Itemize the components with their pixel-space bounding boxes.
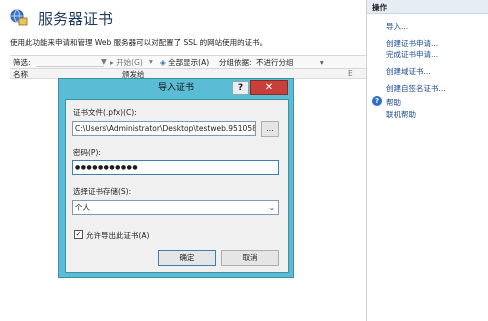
filter-bar: 筛选: ▼ ▸ 开始(G) ▾ ◈ 全部显示(A) 分组依据: 不进行分组 ▾ bbox=[10, 55, 366, 69]
actions-header: 操作 bbox=[367, 0, 488, 14]
actions-pane: 操作 导入... 创建证书申请... 完成证书申请... 创建域证书... 创建… bbox=[366, 0, 488, 321]
action-import[interactable]: 导入... bbox=[386, 21, 408, 32]
store-label: 选择证书存储(S): bbox=[73, 187, 132, 196]
server-certificates-icon bbox=[10, 8, 28, 26]
page-description: 使用此功能来申请和管理 Web 服务器可以对配置了 SSL 的网站使用的证书。 bbox=[10, 38, 268, 47]
file-path-input[interactable]: C:\Users\Administrator\Desktop\testweb.9… bbox=[72, 121, 256, 136]
start-icon: ▸ bbox=[110, 58, 114, 67]
dialog-help-button[interactable]: ? bbox=[232, 81, 249, 95]
action-complete-request[interactable]: 完成证书申请... bbox=[386, 49, 438, 60]
password-label: 密码(P): bbox=[73, 148, 101, 157]
store-select[interactable]: 个人 ⌄ bbox=[72, 200, 279, 215]
password-input[interactable]: ●●●●●●●●●●● bbox=[72, 160, 279, 175]
filter-label: 筛选: bbox=[13, 58, 31, 67]
group-by-label: 分组依据: bbox=[219, 58, 252, 67]
export-checkbox[interactable]: ✓ bbox=[74, 230, 83, 239]
filter-input[interactable] bbox=[36, 57, 104, 67]
dialog-body: 证书文件(.pfx)(C): C:\Users\Administrator\De… bbox=[65, 99, 289, 273]
page-title: 服务器证书 bbox=[38, 10, 114, 28]
help-icon: ? bbox=[372, 96, 382, 106]
browse-button[interactable]: ... bbox=[261, 121, 279, 137]
actions-title: 操作 bbox=[372, 3, 387, 12]
column-overflow: E bbox=[348, 69, 353, 78]
show-all-icon: ◈ bbox=[160, 58, 166, 67]
column-name[interactable]: 名称 bbox=[13, 69, 28, 80]
group-by-value: 不进行分组 bbox=[256, 58, 294, 67]
cancel-button[interactable]: 取消 bbox=[221, 250, 279, 266]
file-label: 证书文件(.pfx)(C): bbox=[73, 108, 137, 117]
action-create-request[interactable]: 创建证书申请... bbox=[386, 38, 438, 49]
chevron-down-icon: ▾ bbox=[319, 58, 324, 67]
action-online-help[interactable]: 联机帮助 bbox=[386, 109, 416, 120]
start-filter-button[interactable]: ▸ 开始(G) bbox=[110, 57, 143, 68]
show-all-label: 全部显示(A) bbox=[168, 58, 210, 67]
group-by-select[interactable]: 不进行分组 ▾ bbox=[256, 57, 324, 68]
filter-dropdown-icon[interactable]: ▼ bbox=[101, 57, 107, 66]
action-create-domain-cert[interactable]: 创建域证书... bbox=[386, 66, 431, 77]
show-all-button[interactable]: ◈ 全部显示(A) bbox=[160, 57, 209, 68]
store-value: 个人 bbox=[75, 203, 90, 212]
start-label: 开始(G) bbox=[116, 58, 143, 67]
export-label: 允许导出此证书(A) bbox=[86, 231, 150, 240]
chevron-down-icon: ⌄ bbox=[268, 203, 275, 212]
import-certificate-dialog: 导入证书 ? ✕ 证书文件(.pfx)(C): C:\Users\Adminis… bbox=[58, 78, 294, 278]
ok-button[interactable]: 确定 bbox=[158, 250, 216, 266]
dialog-close-button[interactable]: ✕ bbox=[250, 80, 288, 95]
action-create-self-signed[interactable]: 创建自签名证书... bbox=[386, 83, 446, 94]
action-help[interactable]: 帮助 bbox=[386, 97, 401, 108]
start-dropdown-icon[interactable]: ▾ bbox=[149, 57, 153, 66]
